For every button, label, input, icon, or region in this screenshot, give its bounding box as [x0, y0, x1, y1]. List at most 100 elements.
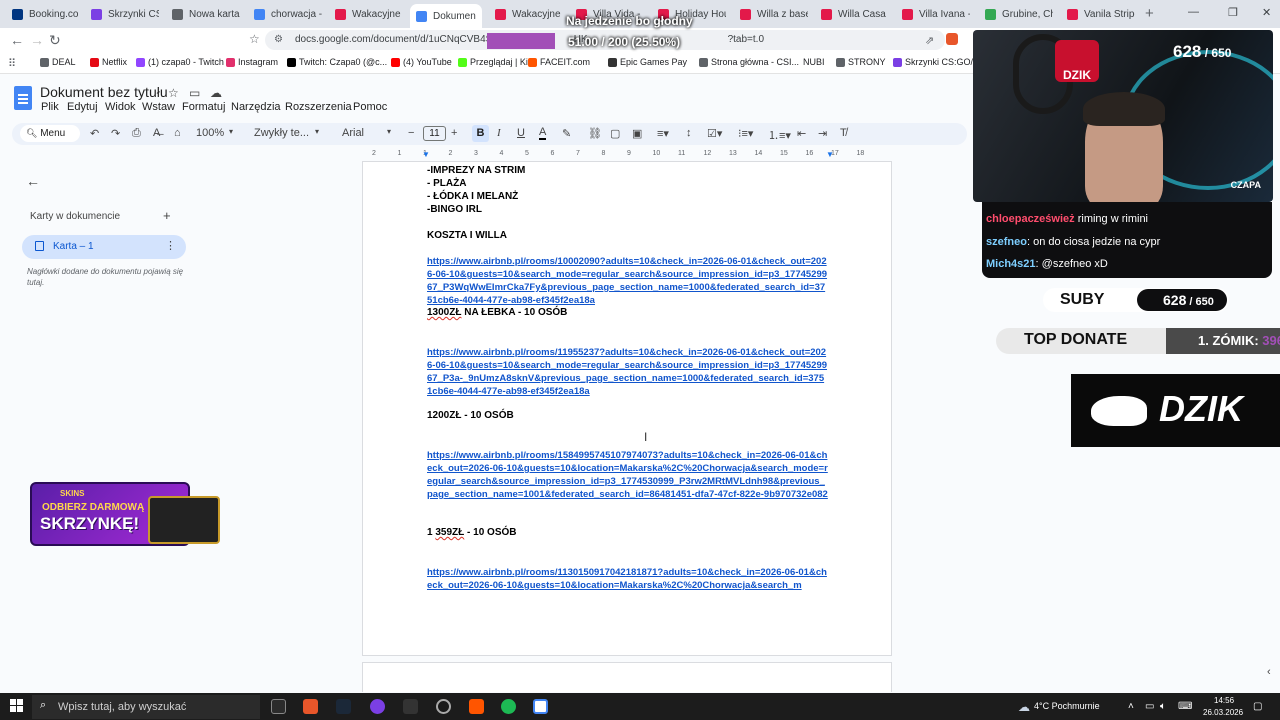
document-tab-item[interactable]	[22, 235, 186, 259]
brave-shield-icon[interactable]	[946, 33, 958, 45]
tray-chevron-icon[interactable]: ˄	[1128, 701, 1134, 712]
doc-heading-koszta[interactable]: KOSZTA I WILLA	[427, 230, 507, 241]
browser-tab[interactable]: Nowa karta	[166, 4, 240, 24]
airbnb-link-2[interactable]: https://www.airbnb.pl/rooms/11955237?adu…	[427, 346, 829, 398]
bookmark-item[interactable]: Przeglądaj | Kick	[458, 57, 537, 67]
side-panel-arrow-icon[interactable]: ‹	[1267, 666, 1271, 678]
forward-icon[interactable]: →	[30, 32, 44, 48]
steam-icon[interactable]	[336, 699, 351, 714]
tab-more-options-icon[interactable]: ⋮	[165, 239, 176, 252]
menu-item[interactable]: Wstaw	[142, 101, 175, 113]
close-window-icon[interactable]: ✕	[1262, 6, 1271, 19]
browser-tab[interactable]: Willa Casa N	[815, 4, 889, 24]
share-icon[interactable]: ⇗	[925, 34, 934, 47]
doc-line-bingo[interactable]: -BINGO IRL	[427, 204, 482, 215]
windows-start-icon[interactable]	[10, 699, 24, 713]
menu-item[interactable]: Edytuj	[67, 101, 98, 113]
back-icon[interactable]: ←	[10, 32, 24, 48]
paint-format-icon[interactable]: ⌂	[174, 127, 181, 139]
browser-tab[interactable]: Vanila Strip-C	[1061, 4, 1135, 24]
line-spacing-icon[interactable]: ↕	[686, 127, 692, 139]
browser-tab[interactable]: Willa z basen	[734, 4, 808, 24]
browser-tab[interactable]: Wakacyjne m	[489, 4, 563, 24]
horizontal-ruler[interactable]: 2 1 1 2 3 4 5 6 7 8 9 10 11 12 13 14 15 16 17 18	[362, 150, 892, 162]
volume-icon[interactable]: 🔈︎	[1160, 701, 1166, 712]
weather-widget[interactable]: 4°C Pochmurnie	[1034, 701, 1100, 711]
doc-line-plaza[interactable]: - PLAŻA	[427, 178, 466, 189]
browser-tab[interactable]: chorwacja - S	[248, 4, 322, 24]
bookmark-item[interactable]: Instagram	[226, 57, 278, 67]
highlight-icon[interactable]: ✎	[562, 127, 571, 140]
bookmark-item[interactable]: (1) czapa0 - Twitch	[136, 57, 224, 67]
menu-item[interactable]: Plik	[41, 101, 59, 113]
faceit-icon[interactable]	[469, 699, 484, 714]
menu-item[interactable]: Pomoc	[353, 101, 387, 113]
browser-tab[interactable]: Grubine, Chor	[979, 4, 1053, 24]
site-info-icon[interactable]: ⚙	[274, 34, 283, 45]
task-view-icon[interactable]	[271, 699, 286, 714]
redo-icon[interactable]: ↷	[111, 127, 120, 140]
bold-icon[interactable]: B	[472, 125, 489, 142]
apps-grid-icon[interactable]: ⠿	[8, 57, 16, 70]
new-tab-button[interactable]: +	[1145, 5, 1154, 22]
undo-icon[interactable]: ↶	[90, 127, 99, 140]
close-outline-icon[interactable]: ←	[26, 173, 40, 189]
spotify-icon[interactable]	[501, 699, 516, 714]
notifications-icon[interactable]: ▢	[1253, 701, 1262, 712]
cloud-saved-icon[interactable]: ☁	[210, 86, 222, 100]
bookmark-star-icon[interactable]: ☆	[249, 32, 260, 46]
doc-line-imprezy[interactable]: -IMPREZY NA STRIM	[427, 165, 525, 176]
bullet-list-icon[interactable]: ⁝≡▾	[738, 127, 753, 140]
text-color-icon[interactable]: A	[539, 127, 547, 140]
menu-item[interactable]: Rozszerzenia	[285, 101, 352, 113]
document-title[interactable]: Dokument bez tytułu	[40, 84, 168, 100]
bookmark-item[interactable]: Netflix	[90, 57, 127, 67]
move-folder-icon[interactable]: ▭	[189, 86, 200, 100]
increase-indent-icon[interactable]: ⇥	[818, 127, 827, 140]
minimize-icon[interactable]: —	[1188, 6, 1199, 18]
image-icon[interactable]: ▣	[632, 127, 642, 140]
obs-icon[interactable]	[370, 699, 385, 714]
clock-time[interactable]: 14:56	[1214, 696, 1234, 705]
increase-font-size-icon[interactable]: +	[451, 127, 457, 139]
brave-browser-icon[interactable]	[303, 699, 318, 714]
clear-formatting-icon[interactable]: T̸	[840, 127, 847, 139]
calculator-icon[interactable]	[533, 699, 548, 714]
browser-tab[interactable]: Dokumen✕	[410, 4, 482, 28]
price-line-1[interactable]: 1300ZŁ NA ŁEBKA - 10 OSÓB	[427, 307, 567, 318]
browser-tab[interactable]: Wakacyjne m	[329, 4, 403, 24]
browser-tab[interactable]: Skrzynki CS:G	[85, 4, 159, 24]
clock-date[interactable]: 26.03.2026	[1203, 708, 1243, 717]
align-icon[interactable]: ≡▾	[657, 127, 669, 140]
language-icon[interactable]: ⌨	[1178, 701, 1192, 712]
underline-icon[interactable]: U	[517, 127, 525, 139]
italic-icon[interactable]: I	[497, 127, 501, 139]
font-family-select[interactable]: Arial	[342, 127, 364, 139]
right-indent-marker-icon[interactable]: ▼	[826, 150, 834, 159]
menu-item[interactable]: Narzędzia	[231, 101, 281, 113]
price-line-3[interactable]: 1 359ZŁ - 10 OSÓB	[427, 527, 517, 538]
price-line-2[interactable]: 1200ZŁ - 10 OSÓB	[427, 410, 514, 421]
maximize-icon[interactable]: ❐	[1228, 6, 1238, 19]
bookmark-item[interactable]: NUBI	[803, 57, 825, 67]
airbnb-link-3[interactable]: https://www.airbnb.pl/rooms/158499574510…	[427, 449, 829, 501]
print-icon[interactable]: ⎙	[132, 127, 141, 140]
bookmark-item[interactable]: Strona główna - CSI...	[699, 57, 799, 67]
bookmark-item[interactable]: FACEIT.com	[528, 57, 590, 67]
numbered-list-icon[interactable]: ⒈≡▾	[768, 127, 791, 143]
epic-games-icon[interactable]	[403, 699, 418, 714]
decrease-indent-icon[interactable]: ⇤	[797, 127, 806, 140]
zoom-select[interactable]: 100%	[196, 127, 224, 139]
star-icon[interactable]: ☆	[168, 86, 179, 100]
airbnb-link-1[interactable]: https://www.airbnb.pl/rooms/10002090?adu…	[427, 255, 829, 307]
indent-marker-icon[interactable]: ▼	[422, 150, 430, 159]
promo-banner[interactable]: SKINS ODBIERZ DARMOWĄ SKRZYNKĘ!	[30, 482, 222, 548]
decrease-font-size-icon[interactable]: −	[408, 127, 414, 139]
bookmark-item[interactable]: (4) YouTube	[391, 57, 452, 67]
reload-icon[interactable]: ↻	[49, 32, 61, 49]
taskbar-search-input[interactable]: Wpisz tutaj, aby wyszukać	[32, 695, 260, 719]
app-icon[interactable]	[436, 699, 451, 714]
paragraph-style-select[interactable]: Zwykły te...	[254, 127, 309, 139]
link-icon[interactable]: ⛓	[588, 127, 602, 140]
spellcheck-icon[interactable]: A̶	[153, 127, 160, 139]
